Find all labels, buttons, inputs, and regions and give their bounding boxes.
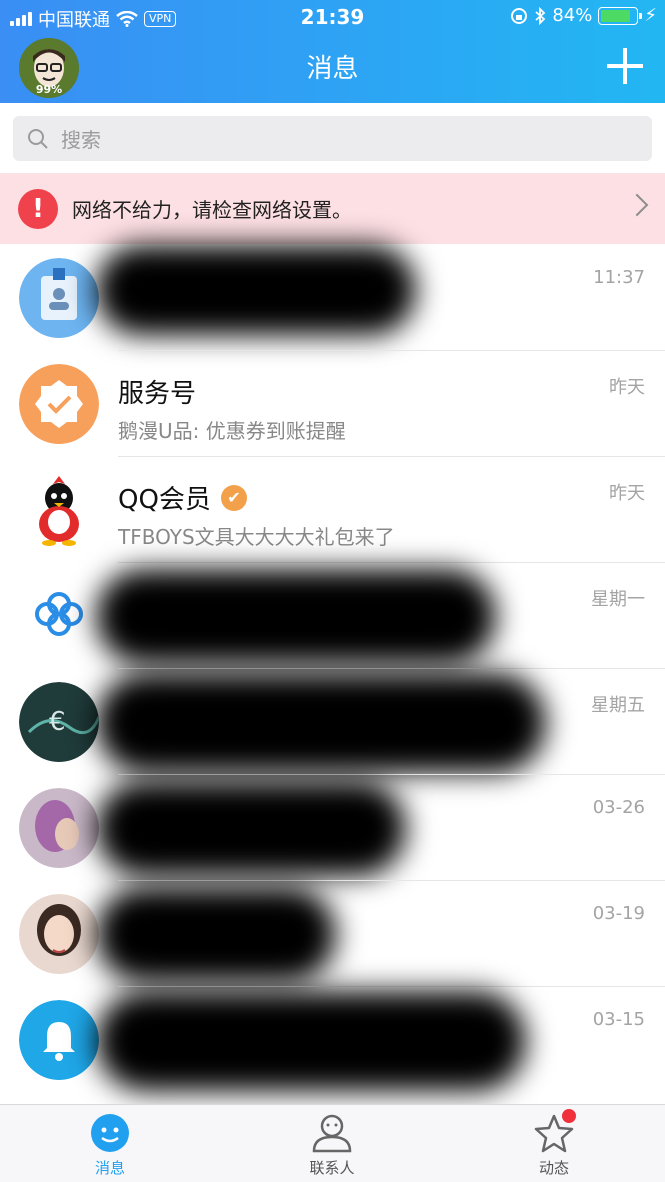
tab-moments[interactable]: 动态 xyxy=(504,1109,604,1178)
conversation-time: 昨天 xyxy=(609,483,645,504)
redaction-blur xyxy=(96,991,526,1091)
tab-bar: 消息 联系人 动态 xyxy=(0,1104,665,1182)
redaction-blur xyxy=(96,887,336,982)
contacts-icon xyxy=(310,1113,354,1153)
service-badge-icon xyxy=(19,364,99,444)
conversation-name-text: QQ会员 xyxy=(118,485,211,515)
svg-text:€: € xyxy=(49,707,66,737)
infinity-logo-icon xyxy=(19,576,99,656)
list-item[interactable]: 星期一 xyxy=(0,563,665,669)
header: 中国联通 VPN 21:39 84% ⚡ 99% 消息 xyxy=(0,0,665,103)
bell-icon xyxy=(19,1000,99,1080)
list-item[interactable]: 服务号 鹅漫U品: 优惠券到账提醒 昨天 xyxy=(0,351,665,457)
search-bar: 搜索 xyxy=(0,103,665,173)
redaction-blur xyxy=(96,245,416,335)
notification-dot xyxy=(562,1109,576,1123)
conversation-name: 服务号 xyxy=(118,379,197,409)
page-title: 消息 xyxy=(306,54,359,84)
alert-text: 网络不给力，请检查网络设置。 xyxy=(72,198,352,222)
conversation-list: 11:37 服务号 鹅漫U品: 优惠券到账提醒 昨天 QQ会员 ✔ TFBOYS… xyxy=(0,245,665,1093)
redaction-blur xyxy=(96,673,546,773)
list-item[interactable]: QQ会员 ✔ TFBOYS文具大大大大礼包来了 昨天 xyxy=(0,457,665,563)
add-button[interactable] xyxy=(607,48,643,84)
charging-icon: ⚡ xyxy=(644,5,657,26)
search-input[interactable]: 搜索 xyxy=(13,116,652,161)
conversation-name: QQ会员 ✔ xyxy=(118,479,247,516)
chevron-right-icon xyxy=(625,193,649,217)
photo-avatar xyxy=(19,788,99,868)
list-item[interactable]: 03-15 xyxy=(0,987,665,1093)
conversation-preview: TFBOYS文具大大大大礼包来了 xyxy=(118,525,395,549)
list-item[interactable]: 03-19 xyxy=(0,881,665,987)
search-icon xyxy=(28,128,48,149)
conversation-preview: 鹅漫U品: 优惠券到账提醒 xyxy=(118,419,346,443)
network-alert[interactable]: ! 网络不给力，请检查网络设置。 xyxy=(0,173,665,244)
search-placeholder: 搜索 xyxy=(61,128,101,152)
conversation-time: 昨天 xyxy=(609,377,645,398)
list-item[interactable]: 03-26 xyxy=(0,775,665,881)
warning-icon: ! xyxy=(18,188,58,229)
qq-penguin-icon xyxy=(19,470,99,550)
conversation-time: 03-15 xyxy=(592,1009,645,1030)
bluetooth-icon xyxy=(535,6,546,25)
tab-messages[interactable]: 消息 xyxy=(60,1113,160,1178)
redaction-blur xyxy=(96,569,496,664)
conversation-time: 03-26 xyxy=(592,797,645,818)
status-bar: 中国联通 VPN 21:39 84% ⚡ xyxy=(0,0,665,34)
battery-icon xyxy=(598,6,643,25)
tab-label: 动态 xyxy=(538,1159,569,1177)
verified-icon: ✔ xyxy=(220,484,247,511)
redaction-blur xyxy=(96,781,406,876)
tab-label: 消息 xyxy=(94,1159,125,1177)
list-item[interactable]: 11:37 xyxy=(0,245,665,351)
conversation-time: 03-19 xyxy=(592,903,645,924)
star-icon xyxy=(532,1109,576,1153)
message-bubble-icon xyxy=(88,1113,132,1153)
conversation-time: 星期五 xyxy=(591,695,645,716)
battery-percent: 84% xyxy=(552,5,593,26)
orientation-lock-icon xyxy=(511,7,528,24)
conversation-time: 星期一 xyxy=(591,589,645,610)
photo-avatar: € xyxy=(19,682,99,762)
list-item[interactable]: € 星期五 xyxy=(0,669,665,775)
id-badge-icon xyxy=(19,258,99,338)
tab-contacts[interactable]: 联系人 xyxy=(282,1113,382,1178)
photo-avatar xyxy=(19,894,99,974)
conversation-time: 11:37 xyxy=(593,267,645,288)
tab-label: 联系人 xyxy=(309,1159,355,1177)
